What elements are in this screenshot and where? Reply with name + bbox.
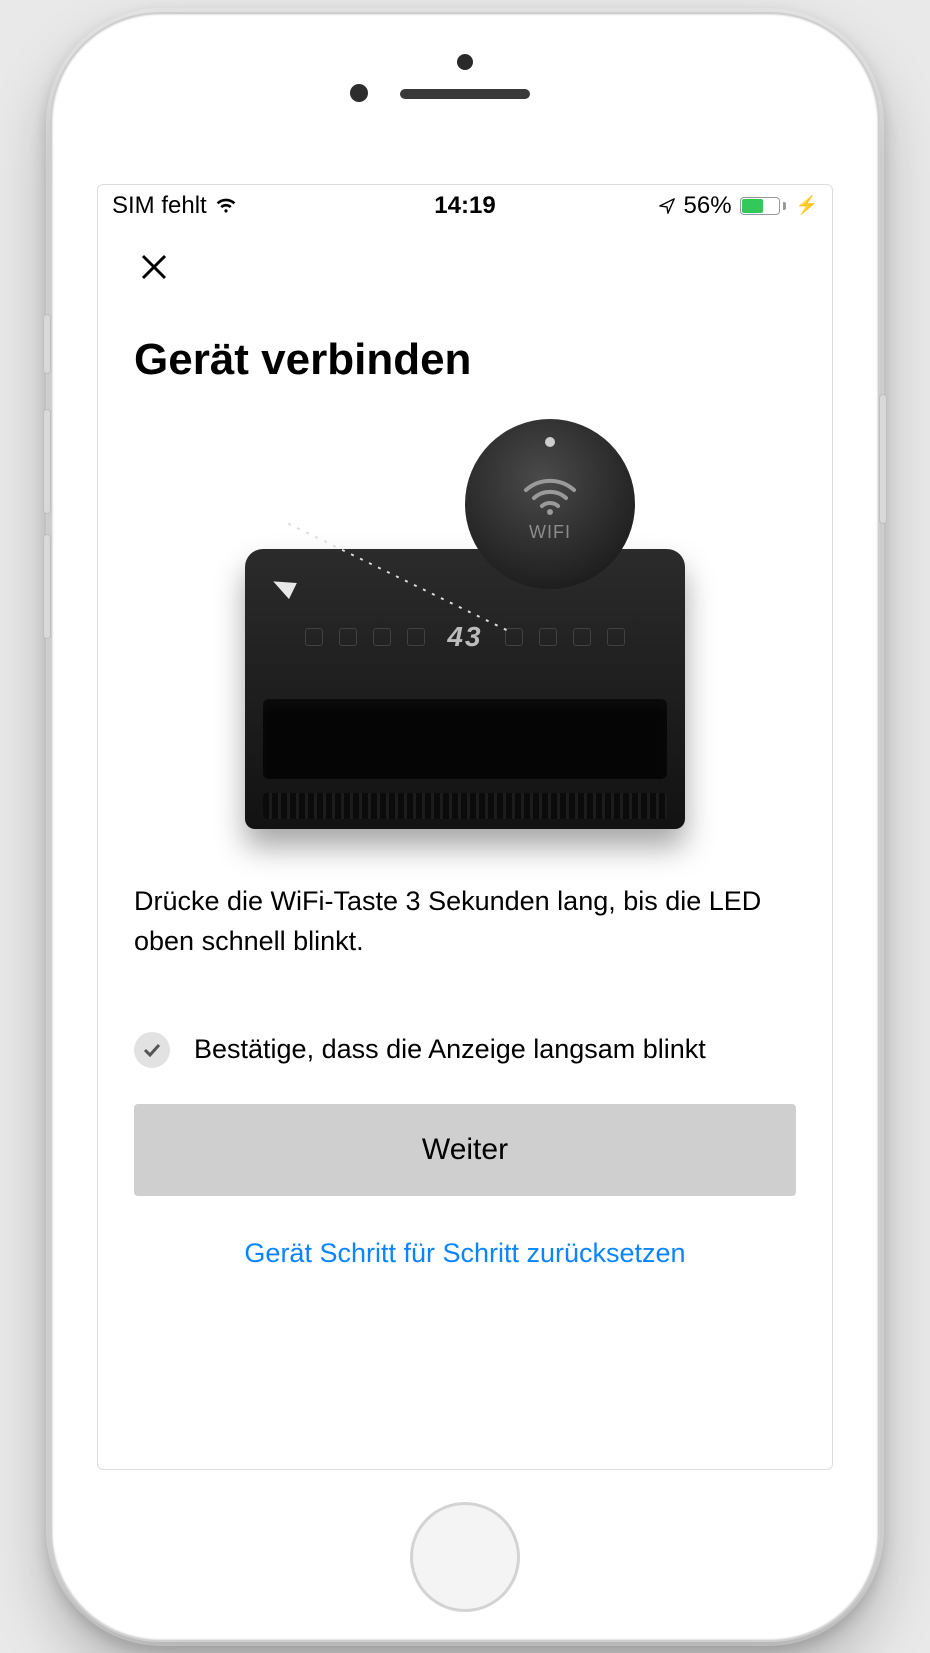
phone-frame: SIM fehlt 14:19 56% ⚡ [50, 12, 880, 1642]
status-bar: SIM fehlt 14:19 56% ⚡ [98, 185, 832, 227]
reset-device-link[interactable]: Gerät Schritt für Schritt zurücksetzen [134, 1238, 796, 1269]
device-slot [263, 699, 667, 779]
status-carrier: SIM fehlt [112, 192, 207, 220]
status-battery-percent: 56% [684, 192, 732, 220]
confirm-checkbox[interactable] [134, 1032, 170, 1068]
device-number-label: 43 [447, 621, 482, 653]
continue-button-label: Weiter [422, 1133, 508, 1167]
phone-mute-switch [43, 314, 51, 374]
wifi-button-callout: WIFI [465, 419, 635, 589]
wifi-icon [215, 198, 237, 214]
instruction-text: Drücke die WiFi-Taste 3 Sekunden lang, b… [134, 881, 796, 962]
checkmark-icon [143, 1043, 161, 1057]
phone-speaker [400, 89, 530, 99]
page-title: Gerät verbinden [134, 335, 796, 385]
wifi-signal-icon [520, 474, 580, 516]
confirm-row[interactable]: Bestätige, dass die Anzeige langsam blin… [134, 1032, 796, 1068]
phone-volume-down [43, 534, 51, 639]
app-content: Gerät verbinden WIFI [98, 227, 832, 1469]
device-body: 43 [245, 549, 685, 829]
phone-screen: SIM fehlt 14:19 56% ⚡ [97, 184, 833, 1470]
charging-icon: ⚡ [796, 195, 818, 216]
close-button[interactable] [134, 247, 174, 287]
phone-home-button[interactable] [410, 1502, 520, 1612]
phone-volume-up [43, 409, 51, 514]
phone-camera [457, 54, 473, 70]
device-illustration: WIFI 43 [134, 419, 796, 839]
device-vent [263, 793, 667, 819]
confirm-label: Bestätige, dass die Anzeige langsam blin… [194, 1034, 706, 1065]
continue-button[interactable]: Weiter [134, 1104, 796, 1196]
battery-icon [740, 197, 786, 215]
wifi-callout-label: WIFI [529, 522, 571, 543]
phone-power-button [879, 394, 887, 524]
location-icon [658, 197, 676, 215]
phone-proximity-sensor [350, 84, 368, 102]
led-dot-icon [545, 437, 555, 447]
